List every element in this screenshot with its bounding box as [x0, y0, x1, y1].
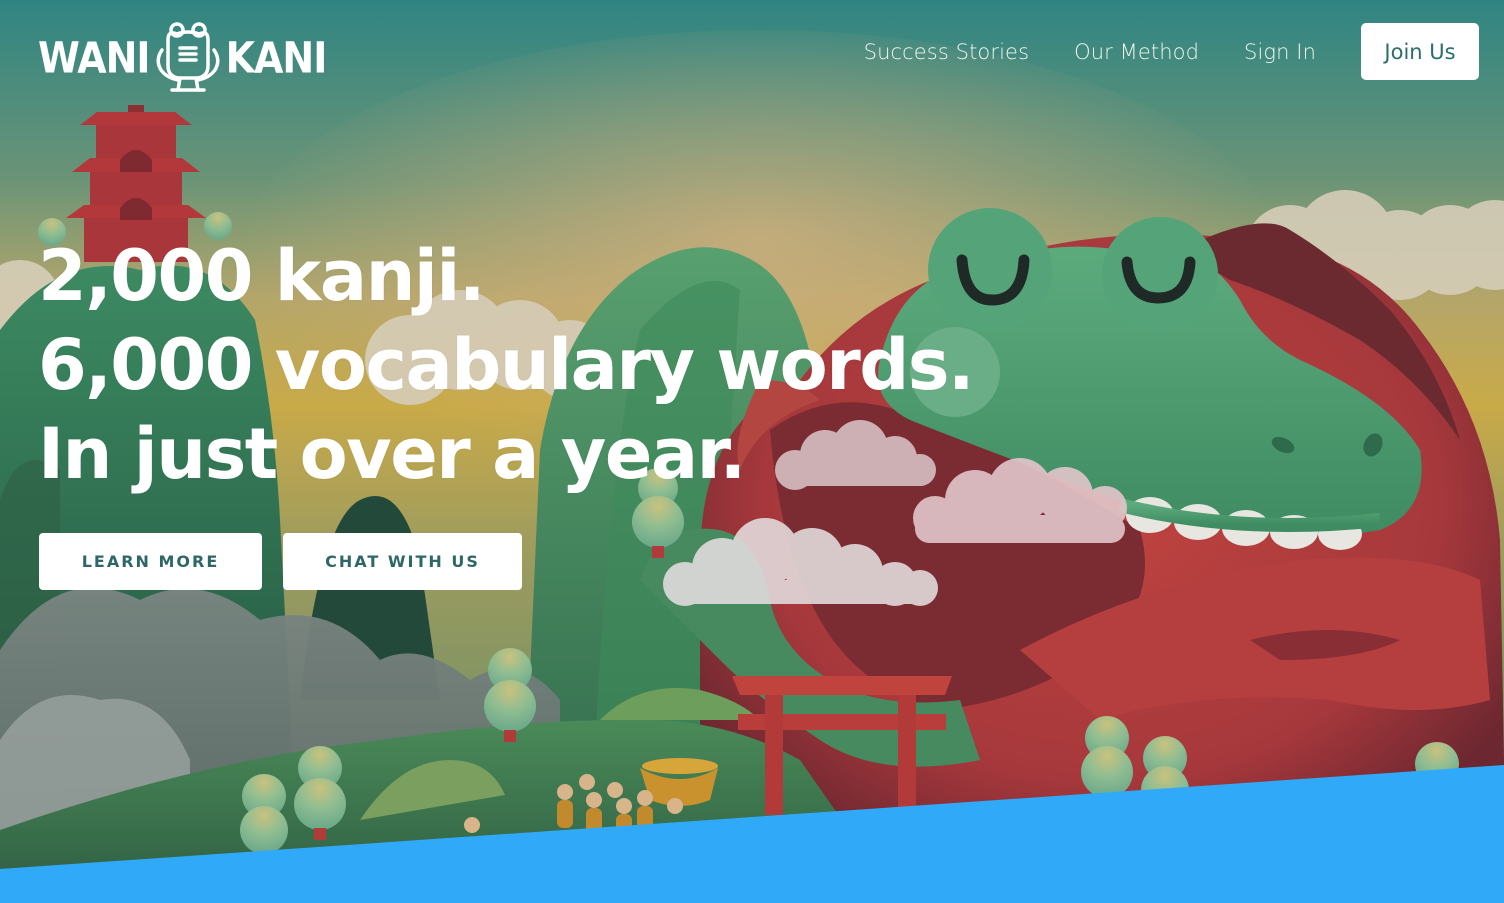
nav-our-method[interactable]: Our Method — [1074, 40, 1199, 64]
logo-word-left: WANI — [38, 33, 151, 83]
join-us-button[interactable]: Join Us — [1361, 23, 1479, 80]
nav-success-stories[interactable]: Success Stories — [864, 40, 1029, 64]
headline-line-vocab: 6,000 vocabulary words. — [38, 324, 975, 406]
nav-sign-in[interactable]: Sign In — [1244, 40, 1316, 64]
hero-section: WANI KANI Success Stories Our Method Sig… — [0, 0, 1504, 903]
crabigator-mascot-icon — [156, 22, 220, 92]
hero-headline: 2,000 kanji. 6,000 vocabulary words. In … — [38, 232, 975, 499]
tree — [1081, 716, 1133, 798]
learn-more-button[interactable]: LEARN MORE — [39, 533, 262, 590]
headline-line-kanji: 2,000 kanji. — [38, 235, 486, 317]
tree — [240, 774, 288, 854]
chat-with-us-button[interactable]: CHAT WITH US — [283, 533, 522, 590]
main-nav: Success Stories Our Method Sign In Join … — [864, 23, 1479, 80]
site-header: WANI KANI Success Stories Our Method Sig… — [0, 0, 1504, 104]
logo-word-right: KANI — [225, 33, 328, 83]
headline-line-year: In just over a year. — [38, 413, 746, 495]
wanikani-logo[interactable]: WANI KANI — [38, 20, 328, 96]
